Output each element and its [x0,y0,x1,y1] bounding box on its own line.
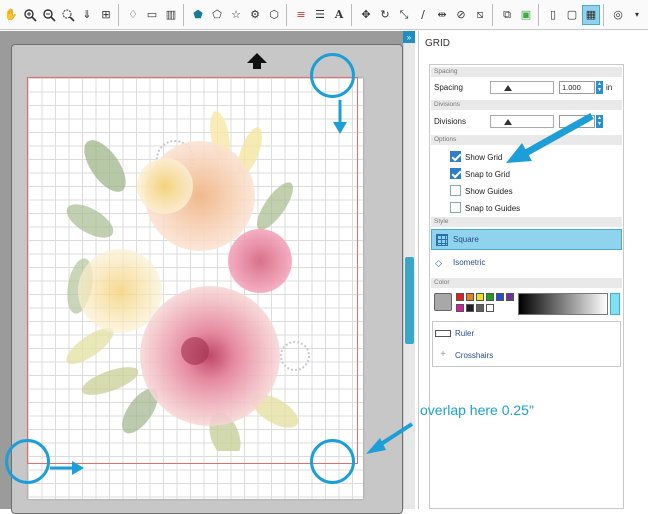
annotation-arrows [50,100,594,475]
annotation-note: overlap here 0.25" [420,402,534,418]
